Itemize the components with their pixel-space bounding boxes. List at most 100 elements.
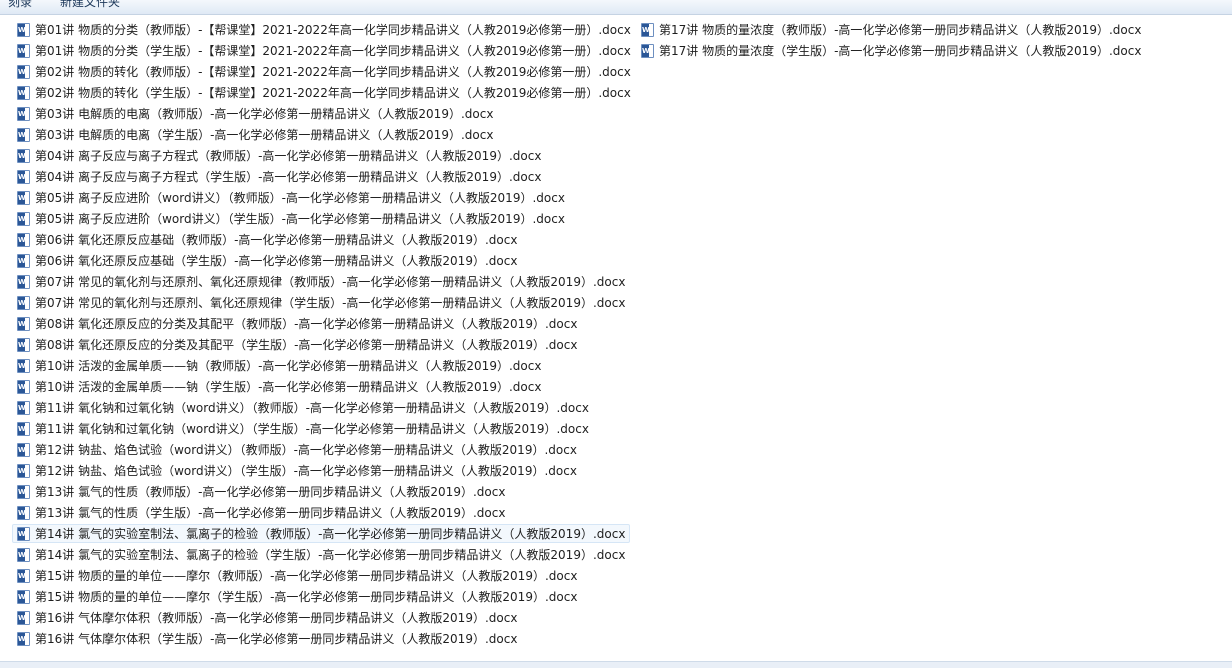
word-doc-icon [17, 484, 30, 499]
file-name: 第14讲 氯气的实验室制法、氯离子的检验（教师版）-高一化学必修第一册同步精品讲… [35, 527, 626, 541]
word-doc-icon [641, 43, 654, 58]
file-item[interactable]: 第01讲 物质的分类（教师版）-【帮课堂】2021-2022年高一化学同步精品讲… [12, 20, 631, 39]
file-item[interactable]: 第06讲 氧化还原反应基础（学生版）-高一化学必修第一册精品讲义（人教版2019… [12, 251, 630, 270]
file-item[interactable]: 第15讲 物质的量的单位——摩尔（学生版）-高一化学必修第一册同步精品讲义（人教… [12, 587, 630, 606]
file-name: 第17讲 物质的量浓度（教师版）-高一化学必修第一册同步精品讲义（人教版2019… [659, 23, 1142, 37]
word-doc-icon [17, 421, 30, 436]
file-name: 第13讲 氯气的性质（教师版）-高一化学必修第一册同步精品讲义（人教版2019）… [35, 485, 506, 499]
file-item[interactable]: 第17讲 物质的量浓度（学生版）-高一化学必修第一册同步精品讲义（人教版2019… [636, 41, 1141, 60]
file-name: 第06讲 氧化还原反应基础（学生版）-高一化学必修第一册精品讲义（人教版2019… [35, 254, 518, 268]
file-item[interactable]: 第13讲 氯气的性质（学生版）-高一化学必修第一册同步精品讲义（人教版2019）… [12, 503, 630, 522]
toolbar: 刻录 新建文件夹 [0, 0, 1232, 15]
word-doc-icon [17, 400, 30, 415]
word-doc-icon [17, 253, 30, 268]
file-name: 第12讲 钠盐、焰色试验（word讲义）（学生版）-高一化学必修第一册精品讲义（… [35, 464, 577, 478]
file-item[interactable]: 第17讲 物质的量浓度（教师版）-高一化学必修第一册同步精品讲义（人教版2019… [636, 20, 1141, 39]
file-name: 第02讲 物质的转化（教师版）-【帮课堂】2021-2022年高一化学同步精品讲… [35, 65, 631, 79]
word-doc-icon [17, 148, 30, 163]
file-item[interactable]: 第01讲 物质的分类（学生版）-【帮课堂】2021-2022年高一化学同步精品讲… [12, 41, 631, 60]
file-item[interactable]: 第14讲 氯气的实验室制法、氯离子的检验（学生版）-高一化学必修第一册同步精品讲… [12, 545, 630, 564]
file-item[interactable]: 第06讲 氧化还原反应基础（教师版）-高一化学必修第一册精品讲义（人教版2019… [12, 230, 630, 249]
file-item[interactable]: 第08讲 氧化还原反应的分类及其配平（教师版）-高一化学必修第一册精品讲义（人教… [12, 314, 630, 333]
file-item[interactable]: 第03讲 电解质的电离（教师版）-高一化学必修第一册精品讲义（人教版2019）.… [12, 104, 630, 123]
file-item[interactable]: 第11讲 氧化钠和过氧化钠（word讲义）（学生版）-高一化学必修第一册精品讲义… [12, 419, 630, 438]
file-item[interactable]: 第04讲 离子反应与离子方程式（学生版）-高一化学必修第一册精品讲义（人教版20… [12, 167, 630, 186]
file-item[interactable]: 第15讲 物质的量的单位——摩尔（教师版）-高一化学必修第一册同步精品讲义（人教… [12, 566, 630, 585]
word-doc-icon [17, 526, 30, 541]
word-doc-icon [17, 85, 30, 100]
file-name: 第13讲 氯气的性质（学生版）-高一化学必修第一册同步精品讲义（人教版2019）… [35, 506, 506, 520]
word-doc-icon [17, 589, 30, 604]
file-item[interactable]: 第05讲 离子反应进阶（word讲义）（学生版）-高一化学必修第一册精品讲义（人… [12, 209, 630, 228]
file-name: 第11讲 氧化钠和过氧化钠（word讲义）（教师版）-高一化学必修第一册精品讲义… [35, 401, 589, 415]
word-doc-icon [17, 547, 30, 562]
file-item[interactable]: 第16讲 气体摩尔体积（学生版）-高一化学必修第一册同步精品讲义（人教版2019… [12, 629, 630, 648]
file-name: 第04讲 离子反应与离子方程式（教师版）-高一化学必修第一册精品讲义（人教版20… [35, 149, 542, 163]
file-item[interactable]: 第07讲 常见的氧化剂与还原剂、氧化还原规律（学生版）-高一化学必修第一册精品讲… [12, 293, 630, 312]
file-name: 第10讲 活泼的金属单质——钠（教师版）-高一化学必修第一册精品讲义（人教版20… [35, 359, 542, 373]
file-name: 第15讲 物质的量的单位——摩尔（教师版）-高一化学必修第一册同步精品讲义（人教… [35, 569, 578, 583]
file-item[interactable]: 第07讲 常见的氧化剂与还原剂、氧化还原规律（教师版）-高一化学必修第一册精品讲… [12, 272, 630, 291]
file-item[interactable]: 第08讲 氧化还原反应的分类及其配平（学生版）-高一化学必修第一册精品讲义（人教… [12, 335, 630, 354]
file-name: 第04讲 离子反应与离子方程式（学生版）-高一化学必修第一册精品讲义（人教版20… [35, 170, 542, 184]
word-doc-icon [17, 316, 30, 331]
word-doc-icon [641, 22, 654, 37]
file-item[interactable]: 第16讲 气体摩尔体积（教师版）-高一化学必修第一册同步精品讲义（人教版2019… [12, 608, 630, 627]
file-name: 第15讲 物质的量的单位——摩尔（学生版）-高一化学必修第一册同步精品讲义（人教… [35, 590, 578, 604]
file-name: 第07讲 常见的氧化剂与还原剂、氧化还原规律（学生版）-高一化学必修第一册精品讲… [35, 296, 626, 310]
word-doc-icon [17, 463, 30, 478]
word-doc-icon [17, 211, 30, 226]
word-doc-icon [17, 43, 30, 58]
file-name: 第01讲 物质的分类（教师版）-【帮课堂】2021-2022年高一化学同步精品讲… [35, 23, 631, 37]
file-item[interactable]: 第11讲 氧化钠和过氧化钠（word讲义）（教师版）-高一化学必修第一册精品讲义… [12, 398, 630, 417]
file-name: 第01讲 物质的分类（学生版）-【帮课堂】2021-2022年高一化学同步精品讲… [35, 44, 631, 58]
file-item[interactable]: 第02讲 物质的转化（教师版）-【帮课堂】2021-2022年高一化学同步精品讲… [12, 62, 631, 81]
word-doc-icon [17, 106, 30, 121]
file-item[interactable]: 第12讲 钠盐、焰色试验（word讲义）（教师版）-高一化学必修第一册精品讲义（… [12, 440, 630, 459]
word-doc-icon [17, 610, 30, 625]
file-name: 第14讲 氯气的实验室制法、氯离子的检验（学生版）-高一化学必修第一册同步精品讲… [35, 548, 626, 562]
file-item[interactable]: 第04讲 离子反应与离子方程式（教师版）-高一化学必修第一册精品讲义（人教版20… [12, 146, 630, 165]
file-name: 第03讲 电解质的电离（教师版）-高一化学必修第一册精品讲义（人教版2019）.… [35, 107, 494, 121]
file-item[interactable]: 第10讲 活泼的金属单质——钠（学生版）-高一化学必修第一册精品讲义（人教版20… [12, 377, 630, 396]
word-doc-icon [17, 169, 30, 184]
file-item[interactable]: 第14讲 氯气的实验室制法、氯离子的检验（教师版）-高一化学必修第一册同步精品讲… [12, 524, 630, 543]
file-name: 第08讲 氧化还原反应的分类及其配平（教师版）-高一化学必修第一册精品讲义（人教… [35, 317, 578, 331]
file-item[interactable]: 第05讲 离子反应进阶（word讲义）（教师版）-高一化学必修第一册精品讲义（人… [12, 188, 630, 207]
word-doc-icon [17, 22, 30, 37]
file-name: 第03讲 电解质的电离（学生版）-高一化学必修第一册精品讲义（人教版2019）.… [35, 128, 494, 142]
word-doc-icon [17, 568, 30, 583]
file-list-column-1: 第01讲 物质的分类（教师版）-【帮课堂】2021-2022年高一化学同步精品讲… [12, 20, 631, 650]
file-name: 第05讲 离子反应进阶（word讲义）（教师版）-高一化学必修第一册精品讲义（人… [35, 191, 565, 205]
file-name: 第16讲 气体摩尔体积（教师版）-高一化学必修第一册同步精品讲义（人教版2019… [35, 611, 518, 625]
word-doc-icon [17, 274, 30, 289]
file-name: 第06讲 氧化还原反应基础（教师版）-高一化学必修第一册精品讲义（人教版2019… [35, 233, 518, 247]
status-bar [0, 661, 1232, 668]
file-name: 第07讲 常见的氧化剂与还原剂、氧化还原规律（教师版）-高一化学必修第一册精品讲… [35, 275, 626, 289]
file-item[interactable]: 第10讲 活泼的金属单质——钠（教师版）-高一化学必修第一册精品讲义（人教版20… [12, 356, 630, 375]
word-doc-icon [17, 127, 30, 142]
word-doc-icon [17, 442, 30, 457]
file-item[interactable]: 第12讲 钠盐、焰色试验（word讲义）（学生版）-高一化学必修第一册精品讲义（… [12, 461, 630, 480]
file-name: 第08讲 氧化还原反应的分类及其配平（学生版）-高一化学必修第一册精品讲义（人教… [35, 338, 578, 352]
file-name: 第05讲 离子反应进阶（word讲义）（学生版）-高一化学必修第一册精品讲义（人… [35, 212, 565, 226]
word-doc-icon [17, 295, 30, 310]
word-doc-icon [17, 190, 30, 205]
file-item[interactable]: 第13讲 氯气的性质（教师版）-高一化学必修第一册同步精品讲义（人教版2019）… [12, 482, 630, 501]
word-doc-icon [17, 505, 30, 520]
file-name: 第02讲 物质的转化（学生版）-【帮课堂】2021-2022年高一化学同步精品讲… [35, 86, 631, 100]
file-name: 第11讲 氧化钠和过氧化钠（word讲义）（学生版）-高一化学必修第一册精品讲义… [35, 422, 589, 436]
file-name: 第12讲 钠盐、焰色试验（word讲义）（教师版）-高一化学必修第一册精品讲义（… [35, 443, 577, 457]
file-name: 第10讲 活泼的金属单质——钠（学生版）-高一化学必修第一册精品讲义（人教版20… [35, 380, 542, 394]
word-doc-icon [17, 358, 30, 373]
view-options-icon[interactable] [1208, 0, 1224, 8]
file-name: 第17讲 物质的量浓度（学生版）-高一化学必修第一册同步精品讲义（人教版2019… [659, 44, 1142, 58]
word-doc-icon [17, 337, 30, 352]
burn-button[interactable]: 刻录 [8, 0, 32, 10]
file-item[interactable]: 第03讲 电解质的电离（学生版）-高一化学必修第一册精品讲义（人教版2019）.… [12, 125, 630, 144]
new-folder-button[interactable]: 新建文件夹 [60, 0, 120, 10]
file-name: 第16讲 气体摩尔体积（学生版）-高一化学必修第一册同步精品讲义（人教版2019… [35, 632, 518, 646]
word-doc-icon [17, 379, 30, 394]
word-doc-icon [17, 64, 30, 79]
file-item[interactable]: 第02讲 物质的转化（学生版）-【帮课堂】2021-2022年高一化学同步精品讲… [12, 83, 631, 102]
